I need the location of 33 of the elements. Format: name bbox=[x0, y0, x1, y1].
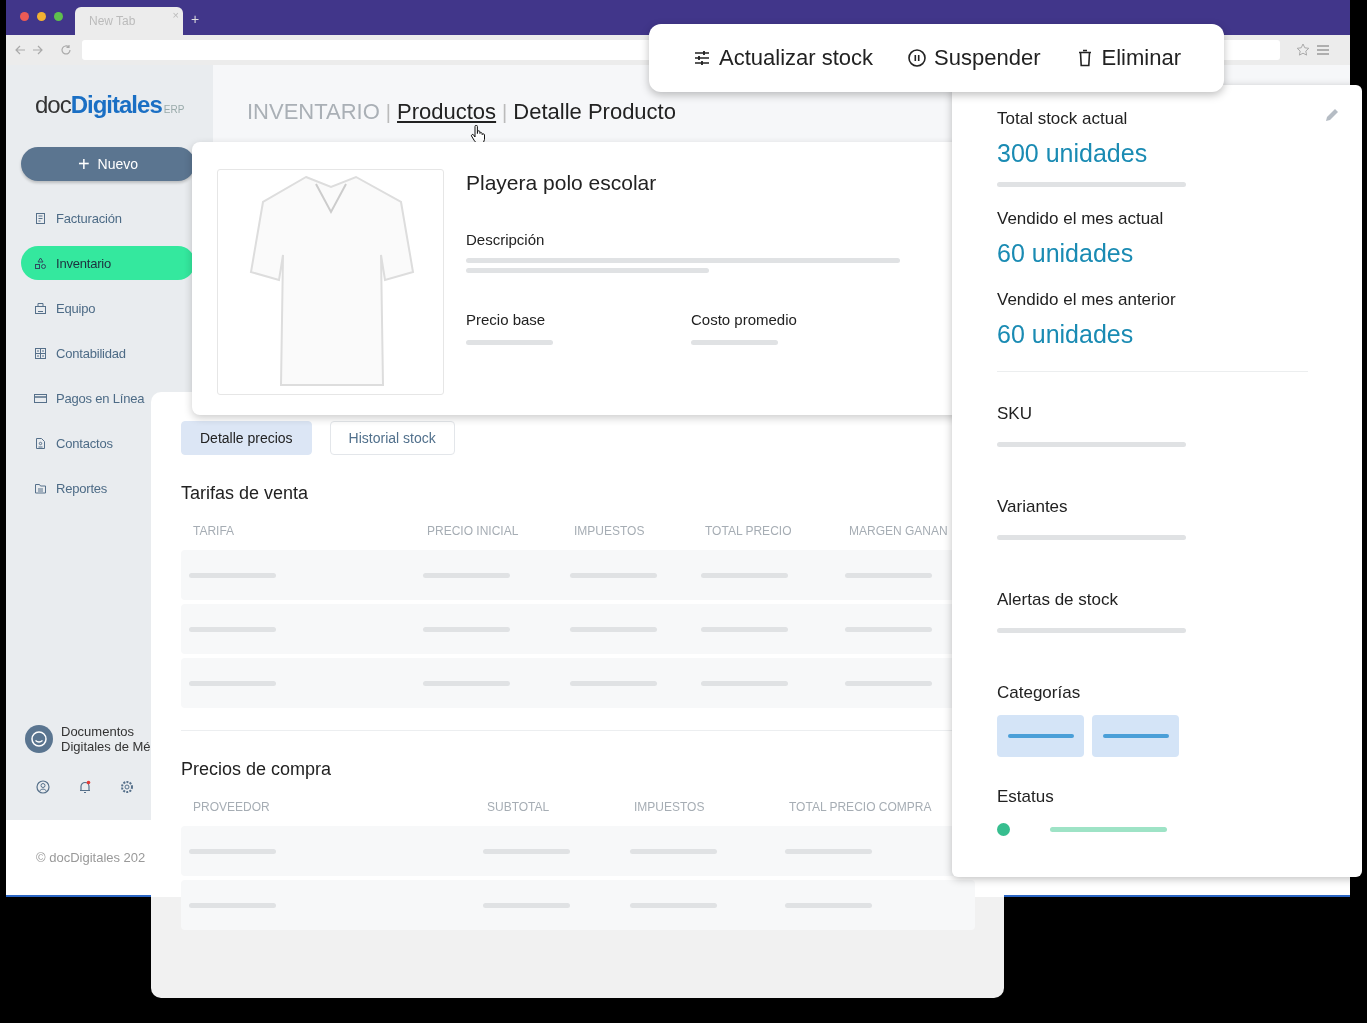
attribute-label: Estatus bbox=[997, 787, 1054, 807]
column-header: SUBTOTAL bbox=[487, 800, 551, 814]
column-header: IMPUESTOS bbox=[574, 524, 646, 538]
attribute-label: Variantes bbox=[997, 497, 1068, 517]
logo: docDigitalesERP bbox=[34, 91, 186, 119]
column-header: PROVEEDOR bbox=[193, 800, 271, 814]
field-label: Costo promedio bbox=[691, 311, 797, 328]
field-label: Precio base bbox=[466, 311, 547, 328]
breadcrumb-item: INVENTARIO bbox=[247, 99, 380, 125]
section-title: Precios de compra bbox=[181, 759, 333, 780]
column-header: PRECIO INICIAL bbox=[427, 524, 520, 538]
column-header: TARIFA bbox=[193, 524, 236, 538]
attribute-label: Categorías bbox=[997, 683, 1081, 703]
field-label: Descripción bbox=[466, 231, 546, 248]
breadcrumb-item: Detalle Producto bbox=[513, 99, 676, 125]
stat-label: Total stock actual bbox=[997, 109, 1128, 129]
stat-value: 300 unidades bbox=[997, 139, 1149, 168]
copyright-text: © docDigitales 202 bbox=[36, 850, 146, 865]
attribute-label: Alertas de stock bbox=[997, 590, 1118, 610]
stat-label: Vendido el mes anterior bbox=[997, 290, 1176, 310]
column-header: TOTAL PRECIO COMPRA bbox=[789, 800, 933, 814]
column-header: TOTAL PRECIO bbox=[705, 524, 793, 538]
product-title: Playera polo escolar bbox=[466, 171, 658, 195]
stat-value: 60 unidades bbox=[997, 239, 1135, 268]
section-title: Tarifas de venta bbox=[181, 483, 310, 504]
column-header: IMPUESTOS bbox=[634, 800, 706, 814]
column-header: MARGEN GANAN bbox=[849, 524, 949, 538]
company-name: Documentos Digitales de Mé bbox=[61, 724, 151, 754]
breadcrumb-separator: | bbox=[502, 101, 508, 124]
breadcrumb-separator: | bbox=[385, 101, 392, 124]
stat-label: Vendido el mes actual bbox=[997, 209, 1164, 229]
attribute-label: SKU bbox=[997, 404, 1032, 424]
stat-value: 60 unidades bbox=[997, 320, 1135, 349]
